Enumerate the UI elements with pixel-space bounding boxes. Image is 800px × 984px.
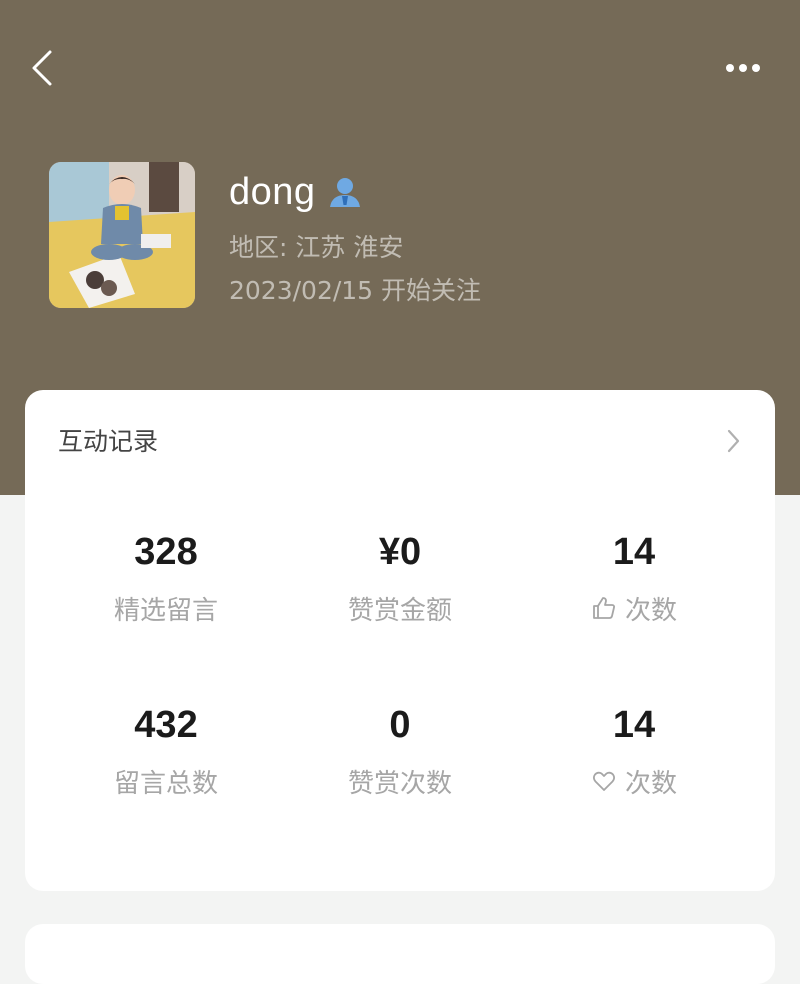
stat-total-comments[interactable]: 432 留言总数 bbox=[49, 703, 283, 813]
more-options-button[interactable] bbox=[716, 52, 770, 84]
profile-name-row: dong bbox=[229, 166, 362, 218]
user-badge-icon bbox=[328, 176, 362, 208]
avatar-photo bbox=[49, 162, 195, 308]
profile-follow-since: 2023/02/15 开始关注 bbox=[229, 276, 482, 305]
stat-label: 次数 bbox=[624, 595, 677, 626]
stat-label-wrap: 次数 bbox=[517, 590, 751, 626]
stat-value: 432 bbox=[134, 704, 198, 746]
stat-value: 14 bbox=[612, 531, 656, 573]
card-title: 互动记录 bbox=[58, 427, 159, 456]
stat-label: 留言总数 bbox=[113, 768, 218, 799]
interaction-record-card: 互动记录 328 精选留言 ¥0 赞赏金额 14 次数 432 留言总数 0 赞… bbox=[25, 390, 775, 891]
stat-value: ¥0 bbox=[378, 531, 422, 573]
profile-region: 地区: 江苏 淮安 bbox=[229, 233, 404, 262]
stat-like-count[interactable]: 14 次数 bbox=[517, 530, 751, 640]
stat-value: 328 bbox=[134, 531, 198, 573]
profile-name: dong bbox=[229, 170, 316, 213]
heart-icon bbox=[592, 771, 616, 791]
avatar[interactable] bbox=[49, 162, 195, 308]
thumbs-up-icon bbox=[593, 597, 615, 619]
stat-value: 0 bbox=[389, 704, 411, 746]
back-button[interactable] bbox=[22, 46, 62, 90]
interaction-record-header[interactable]: 互动记录 bbox=[25, 390, 775, 490]
chevron-right-icon bbox=[727, 429, 740, 453]
stat-label-wrap: 次数 bbox=[517, 763, 751, 799]
stat-label-wrap: 赞赏次数 bbox=[283, 763, 517, 799]
stat-value: 14 bbox=[612, 704, 656, 746]
stat-featured-comments[interactable]: 328 精选留言 bbox=[49, 530, 283, 640]
stat-heart-count[interactable]: 14 次数 bbox=[517, 703, 751, 813]
stat-reward-count[interactable]: 0 赞赏次数 bbox=[283, 703, 517, 813]
more-dots-icon bbox=[726, 64, 760, 72]
stat-label: 赞赏金额 bbox=[347, 595, 452, 626]
stat-label: 赞赏次数 bbox=[347, 768, 452, 799]
stat-label: 精选留言 bbox=[113, 595, 218, 626]
stat-label: 次数 bbox=[624, 768, 677, 799]
stat-label-wrap: 留言总数 bbox=[49, 763, 283, 799]
stat-label-wrap: 赞赏金额 bbox=[283, 590, 517, 626]
chevron-left-icon bbox=[32, 50, 52, 86]
stat-label-wrap: 精选留言 bbox=[49, 590, 283, 626]
next-section-card bbox=[25, 924, 775, 984]
stat-reward-amount[interactable]: ¥0 赞赏金额 bbox=[283, 530, 517, 640]
